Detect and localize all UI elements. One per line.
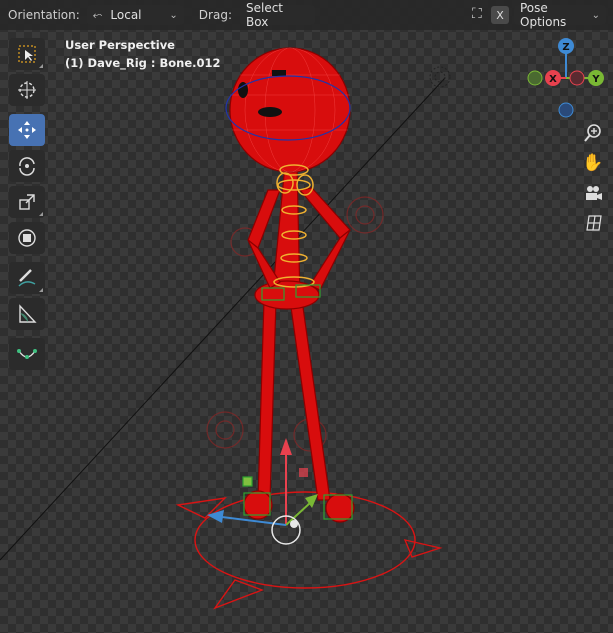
scale-tool[interactable] [9, 186, 45, 218]
axis-neg-y[interactable] [527, 70, 543, 86]
root-control [175, 491, 443, 610]
cursor-tool[interactable] [9, 74, 45, 106]
viewport-canvas[interactable] [0, 0, 613, 633]
chevron-down-icon: ⌄ [591, 9, 600, 21]
tool-shelf [9, 38, 47, 374]
zoom-button[interactable] [581, 121, 605, 145]
rotate-icon [19, 157, 35, 176]
axis-y-label: Y [591, 74, 600, 85]
transform-icon [18, 229, 36, 247]
rotate-tool[interactable] [9, 150, 45, 182]
grid-icon [586, 215, 602, 231]
orientation-value: Local [110, 8, 142, 22]
transform-tool[interactable] [9, 222, 45, 254]
cursor-icon [18, 81, 36, 99]
chevron-down-icon: ⌄ [169, 9, 178, 21]
select-box-icon [18, 45, 36, 63]
annotate-pencil-icon [18, 269, 36, 287]
projection-button[interactable] [581, 211, 605, 235]
camera-view-button[interactable] [581, 181, 605, 205]
move-tool[interactable] [9, 114, 45, 146]
axis-z-label: Z [562, 42, 569, 53]
drag-label: Drag: [198, 8, 232, 22]
active-object-label: (1) Dave_Rig : Bone.012 [65, 56, 221, 70]
pan-button[interactable]: ✋ [581, 151, 605, 175]
select-box-tool[interactable] [9, 38, 45, 70]
character-mesh [229, 47, 355, 523]
relationship-line [0, 77, 446, 561]
drag-value: Select Box [245, 1, 284, 29]
annotate-tool[interactable] [9, 262, 45, 294]
viewport-perspective: User Perspective [65, 38, 175, 52]
scale-icon [19, 194, 35, 210]
bone-envelope-tool[interactable] [9, 338, 45, 370]
orientation-label: Orientation: [8, 8, 80, 22]
hand-pan-icon: ✋ [582, 153, 604, 173]
axis-neg-x[interactable] [569, 70, 585, 86]
pose-options-label: Pose Options [520, 1, 567, 29]
orientation-dropdown[interactable]: ⬿ Local ⌄ [86, 5, 184, 25]
measure-tool[interactable] [9, 298, 45, 330]
move-icon [18, 121, 36, 139]
zoom-icon [584, 124, 601, 142]
navigation-gizmo[interactable]: Z X Y [525, 36, 613, 126]
measure-ruler-icon [19, 304, 37, 323]
transform-affect-icon[interactable]: ⛶ [472, 6, 482, 22]
orientation-local-icon: ⬿ [92, 7, 103, 22]
camera-icon [586, 186, 602, 200]
drag-dropdown[interactable]: Select Box [239, 1, 315, 29]
axis-neg-z[interactable] [558, 102, 574, 118]
x-mirror-toggle[interactable]: X [491, 6, 509, 24]
pose-options-dropdown[interactable]: Pose Options ⌄ [514, 1, 606, 29]
axis-x-label: X [549, 74, 557, 85]
curve-icon [17, 349, 37, 359]
viewport-header: Orientation: ⬿ Local ⌄ Drag: Select Box … [0, 0, 613, 30]
